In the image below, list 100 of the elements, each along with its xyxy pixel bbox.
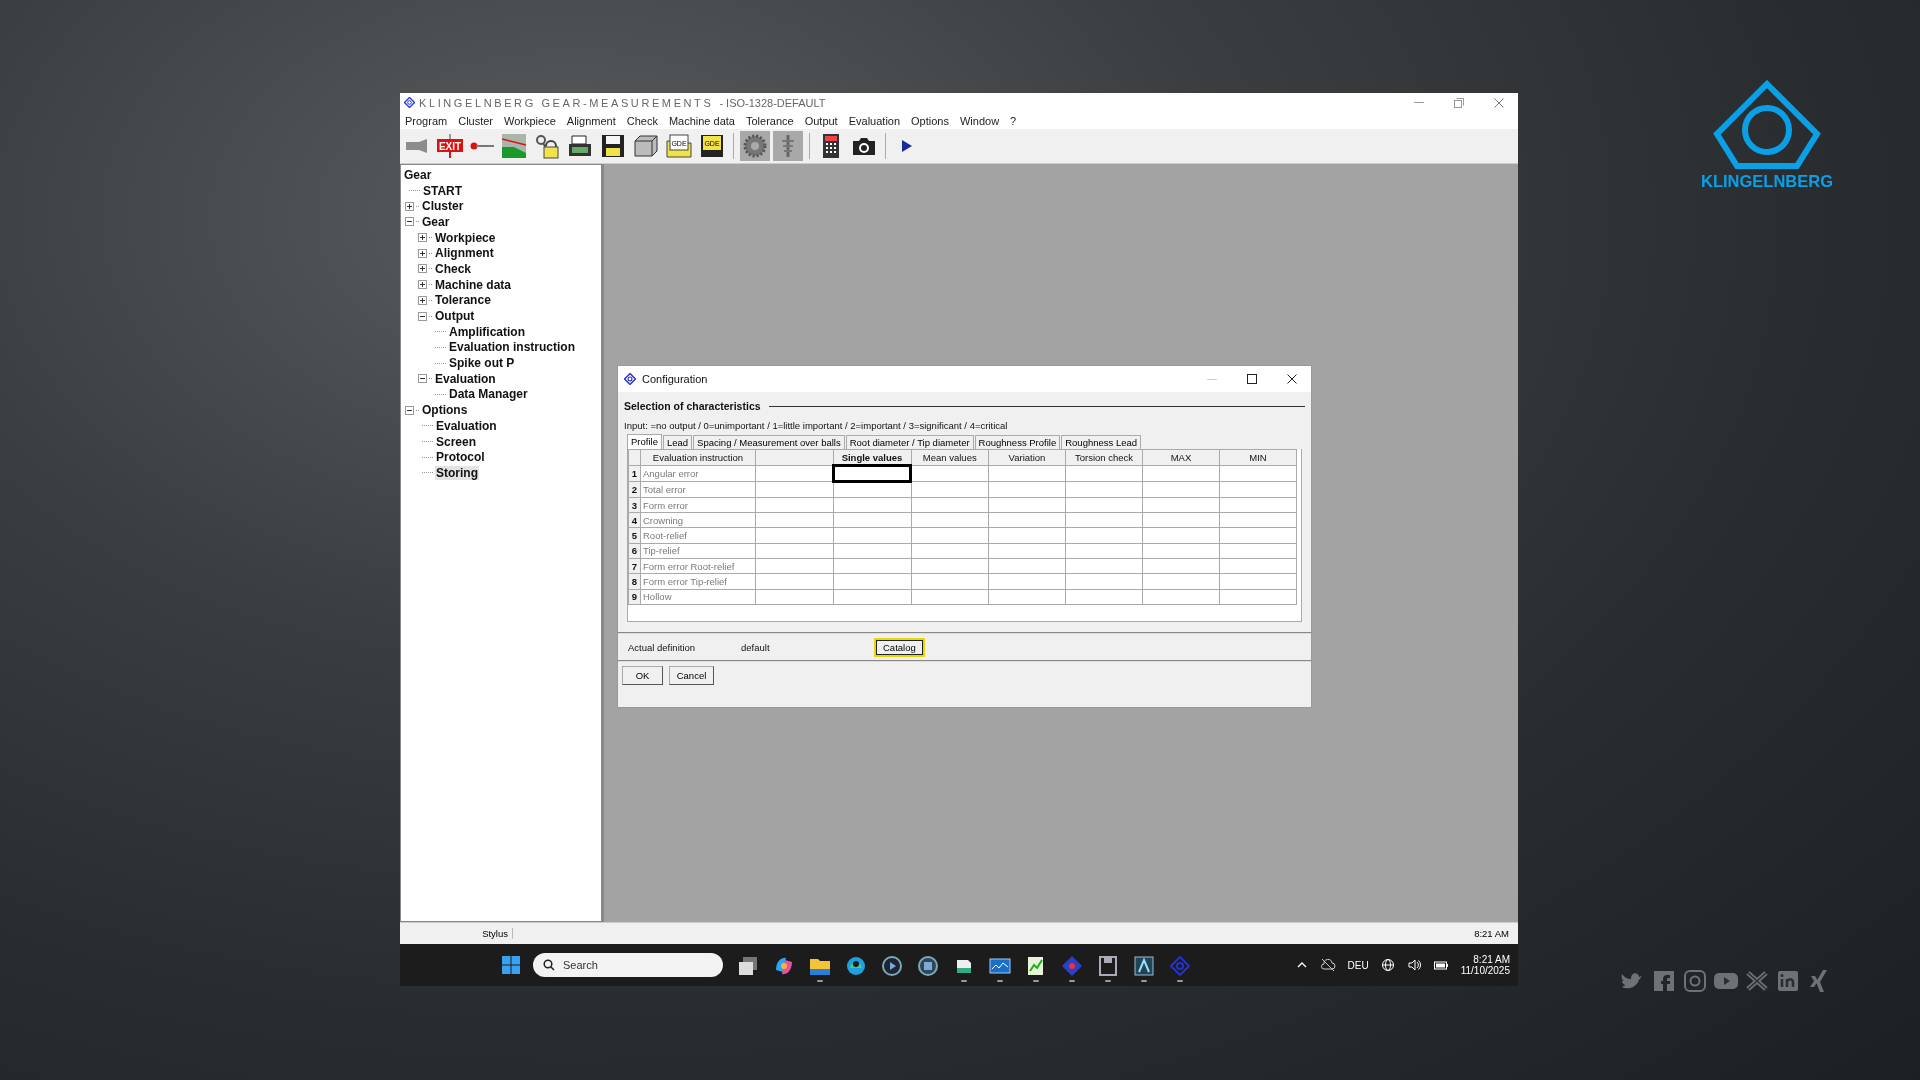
cancel-button[interactable]: Cancel bbox=[669, 666, 714, 685]
table-cell[interactable] bbox=[833, 465, 911, 482]
table-cell[interactable] bbox=[1142, 481, 1220, 498]
column-header[interactable]: Mean values bbox=[911, 449, 989, 466]
clock-time[interactable]: 8:21 AM bbox=[1473, 954, 1510, 965]
table-cell[interactable] bbox=[911, 558, 989, 574]
table-cell[interactable] bbox=[911, 528, 989, 544]
table-cell[interactable] bbox=[833, 543, 911, 559]
tree-item[interactable]: Protocol bbox=[435, 450, 486, 465]
column-header[interactable]: Evaluation instruction bbox=[640, 449, 756, 466]
table-cell[interactable] bbox=[911, 512, 989, 528]
linkedin-icon[interactable] bbox=[1775, 969, 1801, 993]
close-icon[interactable] bbox=[1287, 374, 1297, 384]
column-header[interactable]: MIN bbox=[1219, 449, 1297, 466]
tab[interactable]: Spacing / Measurement over balls bbox=[693, 435, 845, 449]
table-cell[interactable] bbox=[1142, 589, 1220, 605]
table-cell[interactable] bbox=[1065, 497, 1143, 513]
cross-icon[interactable] bbox=[1744, 969, 1770, 993]
tree-item[interactable]: Screen bbox=[435, 434, 478, 449]
tab[interactable]: Lead bbox=[662, 435, 693, 449]
search-field[interactable]: Search bbox=[533, 953, 723, 977]
cloud-off-icon[interactable] bbox=[1319, 958, 1336, 972]
table-cell[interactable] bbox=[1142, 528, 1220, 544]
column-header[interactable]: MAX bbox=[1142, 449, 1220, 466]
table-cell[interactable] bbox=[988, 465, 1066, 482]
expander-icon[interactable] bbox=[405, 217, 414, 227]
table-cell[interactable] bbox=[1065, 512, 1143, 528]
table-cell[interactable] bbox=[1219, 543, 1297, 559]
menu-item[interactable]: Window bbox=[960, 114, 1000, 127]
table-cell[interactable] bbox=[1065, 558, 1143, 574]
table-cell[interactable] bbox=[1219, 589, 1297, 605]
menu-item[interactable]: Output bbox=[804, 114, 838, 127]
table-cell[interactable] bbox=[988, 512, 1066, 528]
toolbar-button[interactable]: EXIT bbox=[435, 131, 465, 161]
table-cell[interactable] bbox=[1219, 528, 1297, 544]
table-cell[interactable] bbox=[1219, 573, 1297, 590]
column-header[interactable]: Torsion check bbox=[1065, 449, 1143, 466]
speaker-icon[interactable] bbox=[1406, 958, 1421, 972]
start-icon[interactable] bbox=[501, 955, 521, 975]
table-cell[interactable] bbox=[1065, 465, 1143, 482]
column-header[interactable]: Variation bbox=[988, 449, 1066, 466]
expander-icon[interactable] bbox=[418, 295, 427, 305]
table-cell[interactable] bbox=[833, 481, 911, 498]
table-cell[interactable] bbox=[1219, 481, 1297, 498]
tab[interactable]: Roughness Lead bbox=[1061, 435, 1142, 449]
menu-item[interactable]: Alignment bbox=[566, 114, 616, 127]
table-cell[interactable] bbox=[988, 543, 1066, 559]
table-cell[interactable] bbox=[911, 589, 989, 605]
table-cell[interactable] bbox=[911, 465, 989, 482]
tab[interactable]: Root diameter / Tip diameter bbox=[845, 435, 974, 449]
tree-item[interactable]: Alignment bbox=[434, 246, 495, 261]
table-cell[interactable] bbox=[1142, 543, 1220, 559]
menu-item[interactable]: Machine data bbox=[668, 114, 735, 127]
table-cell[interactable] bbox=[1065, 528, 1143, 544]
tree-item[interactable]: Spike out P bbox=[448, 356, 516, 371]
table-cell[interactable] bbox=[755, 589, 833, 605]
tree-item[interactable]: Options bbox=[421, 403, 469, 418]
expander-icon[interactable] bbox=[418, 264, 427, 274]
column-header[interactable]: Single values bbox=[833, 449, 911, 466]
expander-icon[interactable] bbox=[418, 233, 427, 243]
table-cell[interactable] bbox=[1142, 497, 1220, 513]
clock-date[interactable]: 11/10/2025 bbox=[1460, 965, 1510, 976]
table-cell[interactable] bbox=[1142, 558, 1220, 574]
browser-icon[interactable] bbox=[845, 954, 867, 977]
table-cell[interactable] bbox=[1219, 465, 1297, 482]
tree-item[interactable]: Gear bbox=[421, 214, 451, 229]
diamond-icon[interactable] bbox=[1061, 954, 1083, 977]
table-cell[interactable] bbox=[911, 481, 989, 498]
table-cell[interactable] bbox=[1142, 573, 1220, 590]
table-cell[interactable] bbox=[755, 528, 833, 544]
table-cell[interactable] bbox=[988, 528, 1066, 544]
tree-item[interactable]: Amplification bbox=[448, 324, 526, 339]
table-cell[interactable] bbox=[755, 497, 833, 513]
tree-item[interactable]: Gear bbox=[403, 167, 433, 182]
table-cell[interactable] bbox=[1219, 497, 1297, 513]
restore-icon[interactable] bbox=[1454, 97, 1464, 108]
tree-item[interactable]: Data Manager bbox=[448, 387, 529, 402]
task-view-icon[interactable] bbox=[737, 954, 759, 977]
maximize-icon[interactable] bbox=[1247, 374, 1257, 384]
expander-icon[interactable] bbox=[418, 374, 427, 384]
table-cell[interactable] bbox=[911, 573, 989, 590]
globe-icon[interactable] bbox=[1380, 958, 1395, 972]
expander-icon[interactable] bbox=[418, 248, 427, 258]
tab[interactable]: Roughness Profile bbox=[974, 435, 1061, 449]
tree-item[interactable]: Tolerance bbox=[434, 293, 492, 308]
chip-icon[interactable] bbox=[917, 954, 939, 977]
eye-icon[interactable] bbox=[1169, 954, 1191, 977]
expander-icon[interactable] bbox=[418, 280, 427, 290]
expander-icon[interactable] bbox=[405, 405, 414, 415]
tree-item[interactable]: Machine data bbox=[434, 277, 513, 292]
tree-item[interactable]: START bbox=[422, 183, 464, 198]
table-cell[interactable] bbox=[833, 497, 911, 513]
tree-item[interactable]: Storing bbox=[435, 465, 479, 480]
catalog-button[interactable]: Catalog bbox=[874, 637, 925, 657]
language-indicator[interactable]: DEU bbox=[1347, 959, 1369, 971]
table-cell[interactable] bbox=[833, 528, 911, 544]
table-cell[interactable] bbox=[833, 512, 911, 528]
tree-item[interactable]: Evaluation instruction bbox=[448, 340, 576, 355]
menu-item[interactable]: Program bbox=[405, 114, 448, 127]
table-cell[interactable] bbox=[1065, 573, 1143, 590]
